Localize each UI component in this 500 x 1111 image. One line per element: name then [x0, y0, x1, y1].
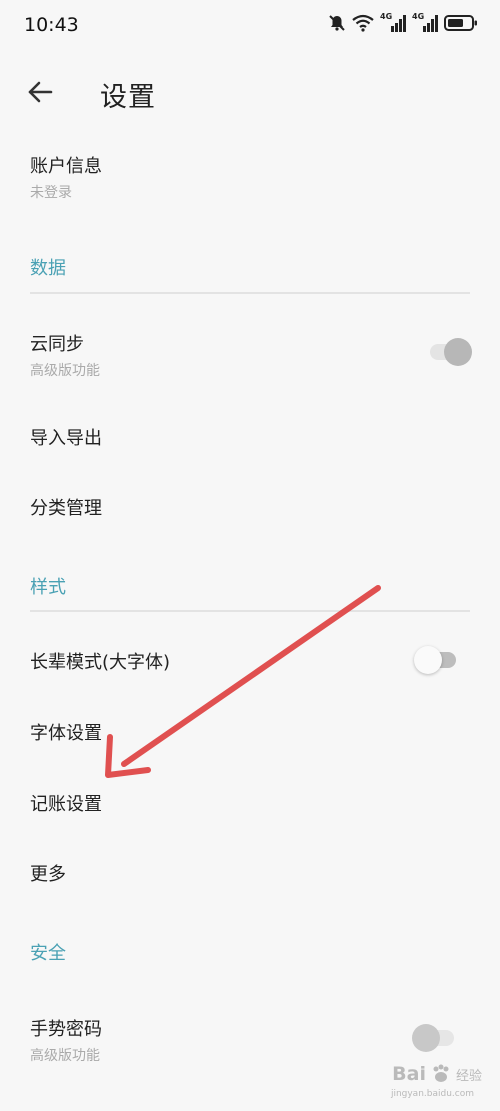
more-row[interactable]: 更多: [30, 860, 470, 886]
back-button[interactable]: [22, 74, 58, 110]
status-bar: 10:43 4G 4G: [0, 0, 500, 52]
watermark-brand-end: 经验: [455, 1068, 482, 1084]
section-title-style: 样式: [30, 577, 66, 598]
category-management-title: 分类管理: [30, 498, 102, 519]
section-title-security: 安全: [30, 943, 66, 964]
toggle-knob: [414, 646, 442, 674]
cloud-sync-title: 云同步: [30, 334, 84, 355]
account-info-row[interactable]: 账户信息 未登录: [30, 152, 470, 202]
watermark-url: jingyan.baidu.com: [390, 1089, 474, 1099]
elder-mode-toggle[interactable]: [414, 646, 456, 674]
watermark-brand: Bai: [392, 1063, 426, 1085]
cloud-sync-row[interactable]: 云同步 高级版功能: [30, 330, 470, 380]
more-title: 更多: [30, 864, 66, 885]
status-icons: 4G 4G: [328, 12, 478, 32]
section-title-data: 数据: [30, 258, 66, 279]
paw-logo-icon: [433, 1064, 449, 1082]
wifi-icon: [352, 14, 374, 32]
cloud-sync-toggle[interactable]: [430, 338, 472, 366]
font-settings-title: 字体设置: [30, 723, 102, 744]
cloud-sync-subtitle: 高级版功能: [30, 363, 100, 379]
gesture-password-toggle[interactable]: [412, 1024, 454, 1052]
bookkeeping-settings-row[interactable]: 记账设置: [30, 790, 470, 816]
cellular-signal-icon: 4G: [380, 12, 406, 32]
gesture-password-subtitle: 高级版功能: [30, 1048, 100, 1064]
elder-mode-title: 长辈模式(大字体): [30, 652, 171, 673]
section-divider: [30, 292, 470, 294]
toggle-knob: [412, 1024, 440, 1052]
mute-bell-icon: [328, 14, 346, 32]
account-info-title: 账户信息: [30, 156, 102, 177]
elder-mode-row[interactable]: 长辈模式(大字体): [30, 648, 470, 674]
battery-icon: [444, 14, 478, 32]
gesture-password-title: 手势密码: [30, 1019, 102, 1040]
bookkeeping-settings-title: 记账设置: [30, 794, 102, 815]
status-time: 10:43: [24, 14, 79, 36]
gesture-password-row[interactable]: 手势密码 高级版功能: [30, 1015, 470, 1065]
back-arrow-icon: [28, 81, 53, 103]
category-management-row[interactable]: 分类管理: [30, 494, 470, 520]
app-bar: 设置: [0, 60, 500, 124]
page-title: 设置: [100, 82, 156, 113]
section-divider: [30, 610, 470, 612]
font-settings-row[interactable]: 字体设置: [30, 719, 470, 745]
import-export-title: 导入导出: [30, 428, 102, 449]
account-info-subtitle: 未登录: [30, 185, 72, 201]
watermark: Bai 经验 jingyan.baidu.com: [391, 1063, 482, 1099]
import-export-row[interactable]: 导入导出: [30, 424, 470, 450]
toggle-knob: [444, 338, 472, 366]
cellular-signal-icon: 4G: [412, 12, 438, 32]
